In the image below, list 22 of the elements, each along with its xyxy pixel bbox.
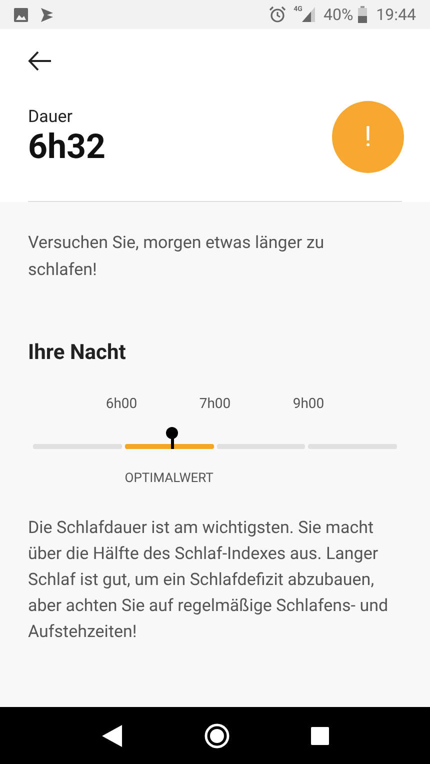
back-icon[interactable] xyxy=(100,724,123,748)
optimal-caption: OPTIMALWERT xyxy=(124,470,214,488)
image-icon xyxy=(14,8,28,22)
flag-icon xyxy=(40,8,54,22)
recents-icon[interactable] xyxy=(311,726,330,744)
battery-icon xyxy=(358,6,368,23)
marker-pin xyxy=(166,426,178,448)
back-arrow-icon[interactable] xyxy=(28,51,52,71)
home-icon[interactable] xyxy=(204,722,230,748)
duration-label: Dauer xyxy=(28,107,74,127)
alert-badge: ! xyxy=(332,101,404,173)
signal-icon xyxy=(302,7,316,22)
tick-label: 6h00 xyxy=(106,394,138,414)
battery-percent: 40% xyxy=(323,4,354,26)
clock-time: 19:44 xyxy=(376,4,416,26)
section-title: Ihre Nacht xyxy=(28,340,127,367)
advice-text: Versuchen Sie, morgen etwas länger zu schlafen! xyxy=(28,232,326,282)
alarm-icon xyxy=(268,6,286,23)
tick-label: 7h00 xyxy=(199,394,231,414)
description-text: Die Schlafdauer ist am wichtigsten. Sie macht über die Hälfte des Schlaf-Indexes aus. Langer Schlaf ist gut, um ein Schlafdefizit abzubauen, aber achten Sie auf regelmäßige Schlafens- und Aufstehzeiten! xyxy=(28,516,390,644)
tick-label: 9h00 xyxy=(292,394,324,414)
duration-value: 6h32 xyxy=(28,127,106,167)
